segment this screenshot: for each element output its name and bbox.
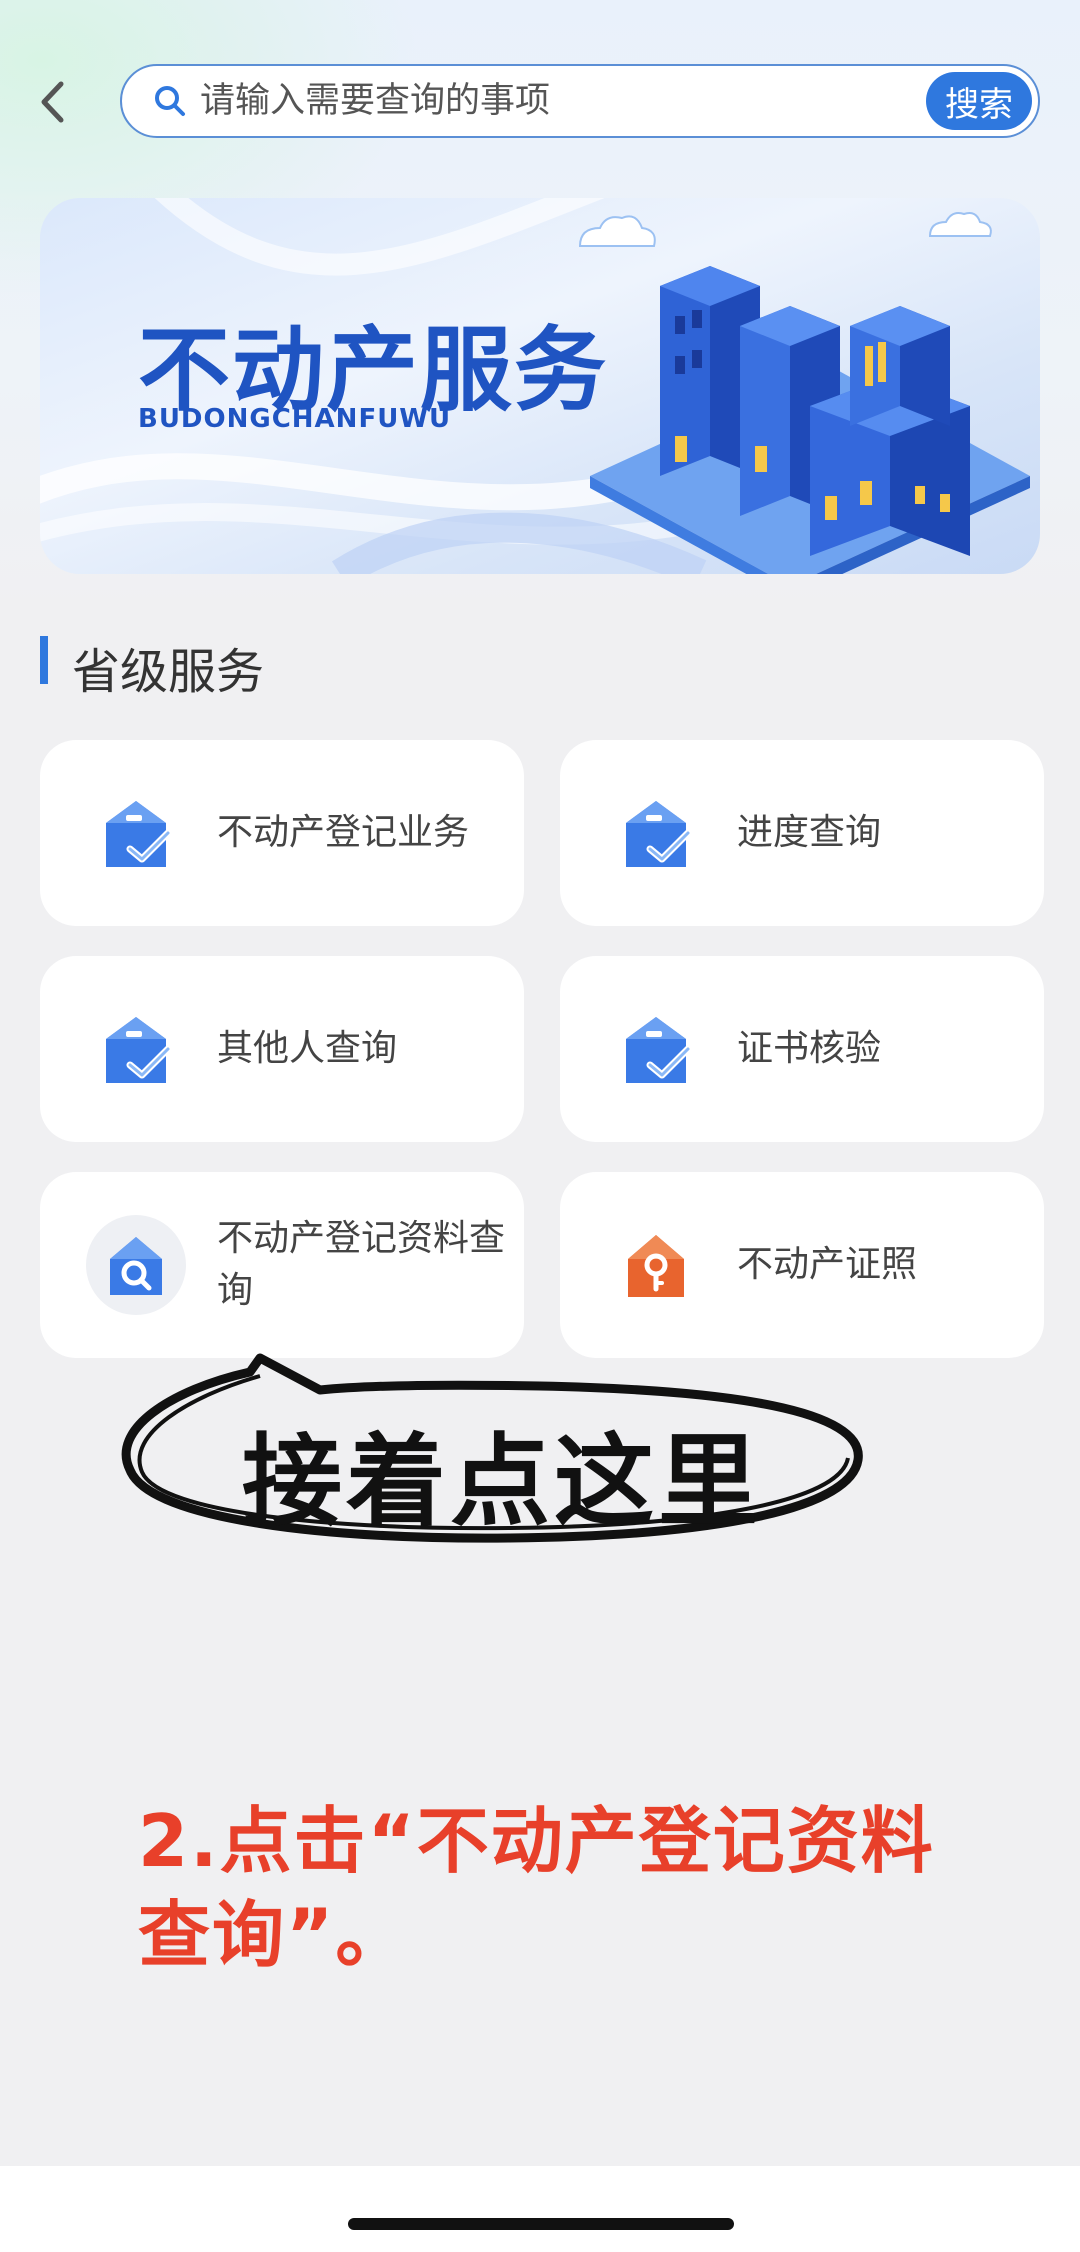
search-bar: 搜索: [120, 64, 1040, 138]
service-label: 不动产证照: [737, 1244, 918, 1285]
bottom-bar: [0, 2166, 1080, 2252]
home-indicator[interactable]: [348, 2218, 734, 2230]
banner-subtitle: BUDONGCHANFUWU: [138, 404, 452, 434]
service-card-registration[interactable]: 不动产登记业务: [40, 740, 524, 926]
section-marker: [40, 636, 48, 684]
house-check-icon: [626, 801, 692, 867]
service-label: 不动产登记业务: [217, 812, 470, 853]
house-check-icon: [106, 801, 172, 867]
service-card-records-query[interactable]: 不动产登记资料查询: [40, 1172, 524, 1358]
service-card-property-license[interactable]: 不动产证照: [560, 1172, 1044, 1358]
search-button[interactable]: 搜索: [926, 72, 1032, 130]
service-label: 进度查询: [737, 812, 882, 853]
service-card-progress[interactable]: 进度查询: [560, 740, 1044, 926]
instruction-text: 2.点击“不动产登记资料查询”。: [138, 1799, 935, 1977]
service-label: 证书核验: [737, 1028, 882, 1069]
service-card-others-query[interactable]: 其他人查询: [40, 956, 524, 1142]
house-search-icon: [110, 1237, 162, 1295]
service-banner: 不动产服务 BUDONGCHANFUWU: [40, 198, 1040, 574]
house-check-icon: [626, 1017, 692, 1083]
buildings-illustration: [578, 212, 1030, 574]
callout-text: 接着点这里: [242, 1423, 762, 1540]
section-title: 省级服务: [72, 644, 265, 700]
service-card-certificate-verify[interactable]: 证书核验: [560, 956, 1044, 1142]
chevron-left-icon: [41, 81, 64, 123]
search-input[interactable]: [200, 71, 890, 131]
service-label: 其他人查询: [217, 1028, 398, 1069]
search-icon: [155, 86, 185, 116]
house-key-icon: [628, 1235, 684, 1297]
house-check-icon: [106, 1017, 172, 1083]
back-button[interactable]: [30, 72, 74, 132]
service-label: 不动产登记资料查询: [217, 1218, 506, 1311]
